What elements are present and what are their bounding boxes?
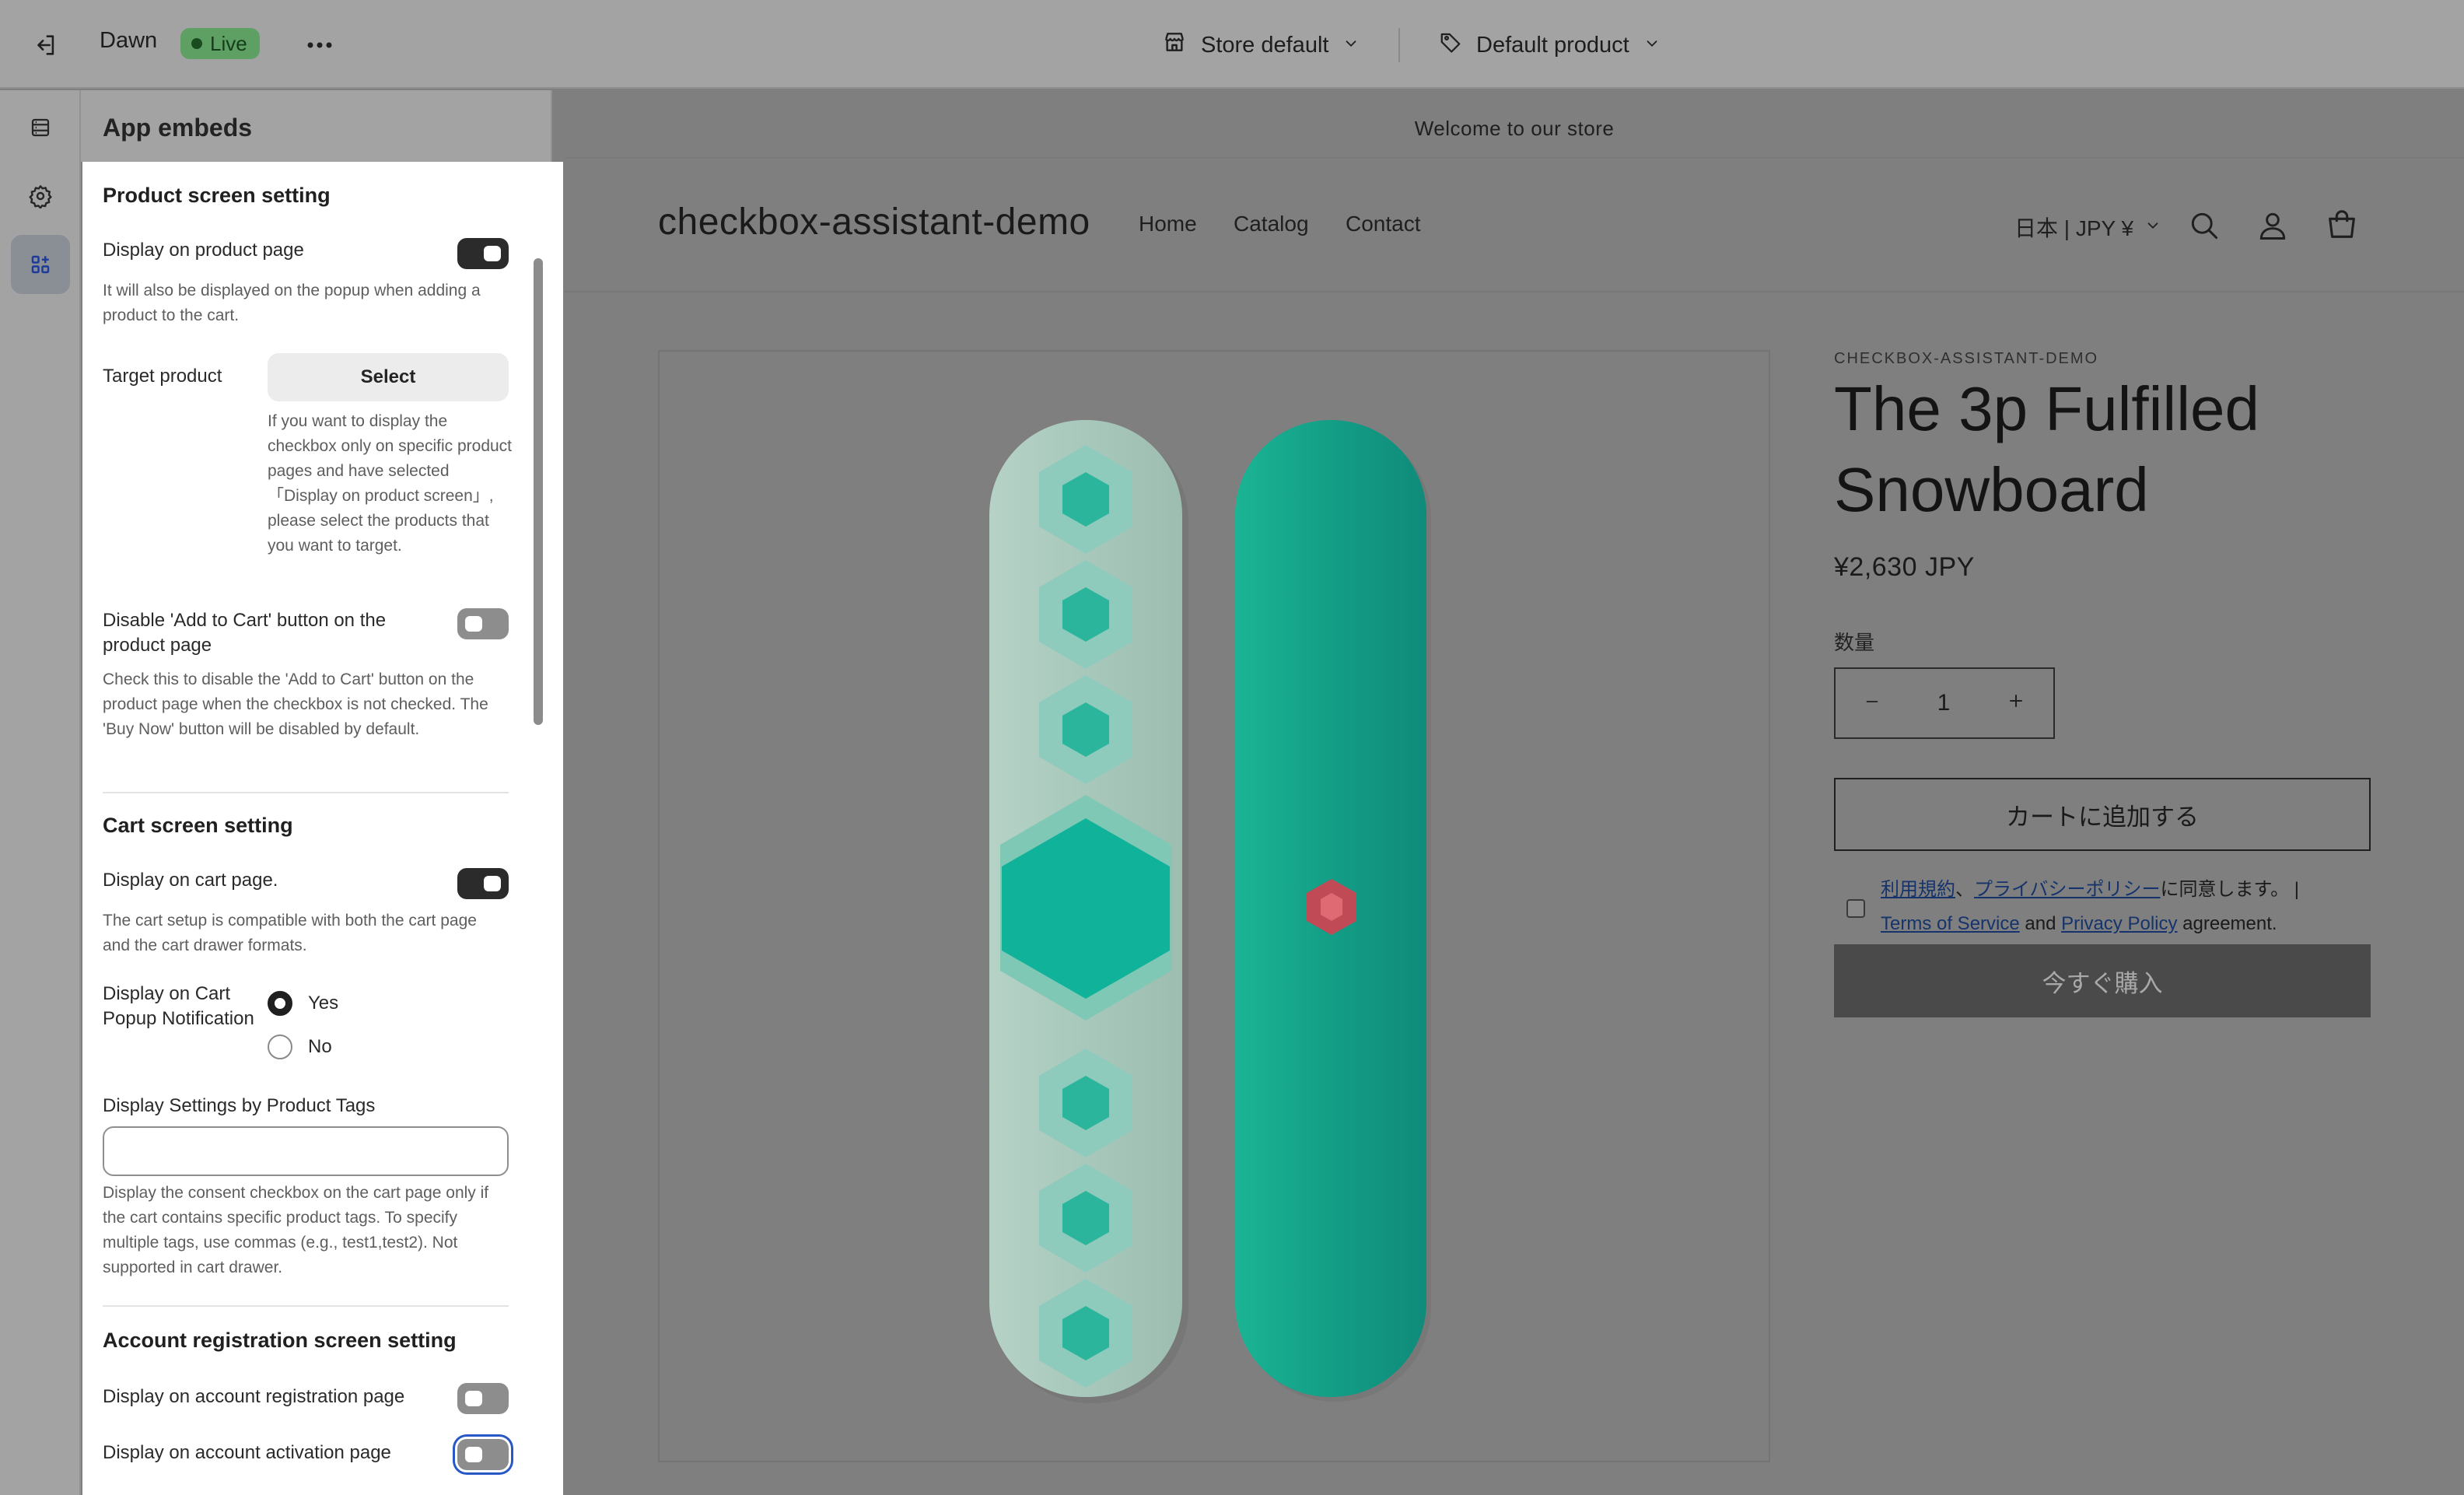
quantity-stepper[interactable]: 1 <box>1834 667 2055 739</box>
radio-no-label: No <box>308 1036 332 1057</box>
radio-yes[interactable]: Yes <box>268 991 338 1016</box>
section-divider <box>103 1305 509 1307</box>
radio-no[interactable]: No <box>268 1035 332 1059</box>
disable-add-to-cart-help: Check this to disable the 'Add to Cart' … <box>103 670 488 738</box>
plus-icon[interactable] <box>2007 690 2025 716</box>
status-badge-label: Live <box>210 31 247 55</box>
header-divider <box>565 291 2464 292</box>
display-on-cart-toggle[interactable] <box>457 868 509 899</box>
quantity-label: 数量 <box>1834 631 1875 654</box>
display-on-product-label: Display on product page <box>103 240 304 261</box>
nav-catalog[interactable]: Catalog <box>1234 212 1309 236</box>
consent-text-ja: に同意します。 | <box>2160 879 2300 900</box>
store-select[interactable]: Store default <box>1162 26 1360 64</box>
account-icon[interactable] <box>2256 208 2290 247</box>
snowboard-left <box>989 420 1188 1403</box>
radio-no-indicator <box>268 1035 292 1059</box>
more-actions-icon[interactable] <box>300 28 339 62</box>
target-product-label: Target product <box>103 366 222 387</box>
nav-contact[interactable]: Contact <box>1346 212 1421 236</box>
disable-add-to-cart-toggle[interactable] <box>457 608 509 639</box>
snowboard-right <box>1235 420 1431 1402</box>
consent-checkbox[interactable] <box>1846 899 1865 918</box>
consent-and: and <box>2019 913 2062 934</box>
display-on-cart-help: The cart setup is compatible with both t… <box>103 912 477 954</box>
tags-label: Display Settings by Product Tags <box>103 1095 376 1116</box>
terms-link-en[interactable]: Terms of Service <box>1881 913 2020 934</box>
nav-home[interactable]: Home <box>1139 212 1197 236</box>
product-image <box>989 420 1431 1403</box>
toggle-knob <box>465 616 482 632</box>
tags-help: Display the consent checkbox on the cart… <box>103 1184 489 1276</box>
add-to-cart-button[interactable]: カートに追加する <box>1834 778 2371 851</box>
quantity-value[interactable]: 1 <box>1937 690 1951 716</box>
product-select-label: Default product <box>1476 32 1629 58</box>
cart-icon[interactable] <box>2324 207 2360 247</box>
store-logo-text[interactable]: checkbox-assistant-demo <box>658 201 1090 243</box>
store-icon <box>1162 30 1187 61</box>
account-registration-toggle[interactable] <box>457 1383 509 1414</box>
cart-section-title: Cart screen setting <box>103 814 293 837</box>
privacy-link-en[interactable]: Privacy Policy <box>2061 913 2177 934</box>
product-price: ¥2,630 JPY <box>1834 552 1975 582</box>
product-media[interactable] <box>658 350 1770 1462</box>
app-embeds-icon[interactable] <box>11 235 70 294</box>
target-product-help: If you want to display the checkbox only… <box>268 412 513 555</box>
consent-text: 利用規約、プライバシーポリシーに同意します。 | Terms of Service… <box>1881 873 2378 941</box>
toggle-knob <box>465 1447 482 1462</box>
top-bar-divider <box>1398 28 1400 62</box>
product-section-title: Product screen setting <box>103 184 331 207</box>
section-divider <box>103 792 509 793</box>
account-section-title: Account registration screen setting <box>103 1329 457 1352</box>
cart-popup-label: Display on Cart Popup Notification <box>103 983 254 1029</box>
product-title: The 3p Fulfilled Snowboard <box>1834 374 2259 524</box>
account-activation-label: Display on account activation page <box>103 1442 391 1463</box>
locale-label: 日本 | JPY ¥ <box>2014 216 2134 240</box>
toggle-knob <box>465 1391 482 1406</box>
store-select-label: Store default <box>1201 32 1329 58</box>
disable-add-to-cart-label: Disable 'Add to Cart' button on the prod… <box>103 610 387 656</box>
panel-title: App embeds <box>103 114 253 142</box>
product-vendor: CHECKBOX-ASSISTANT-DEMO <box>1834 350 2099 367</box>
toggle-knob <box>484 246 501 261</box>
chevron-down-icon <box>1342 33 1360 58</box>
theme-name: Dawn <box>100 28 158 53</box>
exit-icon[interactable] <box>26 28 64 62</box>
minus-icon[interactable] <box>1864 690 1881 716</box>
display-on-product-help: It will also be displayed on the popup w… <box>103 282 481 324</box>
radio-yes-indicator <box>268 991 292 1016</box>
chevron-down-icon <box>1643 33 1661 58</box>
select-product-button[interactable]: Select <box>268 353 509 401</box>
locale-selector[interactable]: 日本 | JPY ¥ <box>2014 212 2161 243</box>
terms-link-ja[interactable]: 利用規約 <box>1881 879 1955 900</box>
search-icon[interactable] <box>2187 208 2221 247</box>
display-on-product-toggle[interactable] <box>457 238 509 269</box>
left-rail <box>0 90 81 1495</box>
live-dot-icon <box>191 38 202 49</box>
display-on-cart-label: Display on cart page. <box>103 870 278 891</box>
buy-now-button[interactable]: 今すぐ購入 <box>1834 944 2371 1017</box>
privacy-link-ja[interactable]: プライバシーポリシー <box>1974 879 2161 900</box>
tags-input[interactable] <box>103 1126 509 1176</box>
product-select[interactable]: Default product <box>1439 26 1661 64</box>
account-activation-toggle[interactable] <box>457 1439 509 1470</box>
status-badge: Live <box>180 28 260 59</box>
gear-icon[interactable] <box>11 166 70 226</box>
chevron-down-icon <box>2144 215 2161 240</box>
consent-text-en: agreement. <box>2177 913 2277 934</box>
consent-sep: 、 <box>1955 879 1974 900</box>
toggle-knob <box>484 876 501 891</box>
panel-scrollbar[interactable] <box>534 258 543 725</box>
announcement-bar: Welcome to our store <box>565 100 2464 159</box>
account-registration-label: Display on account registration page <box>103 1386 405 1407</box>
radio-yes-label: Yes <box>308 993 339 1014</box>
sections-icon[interactable] <box>11 98 70 157</box>
tag-icon <box>1439 30 1462 60</box>
